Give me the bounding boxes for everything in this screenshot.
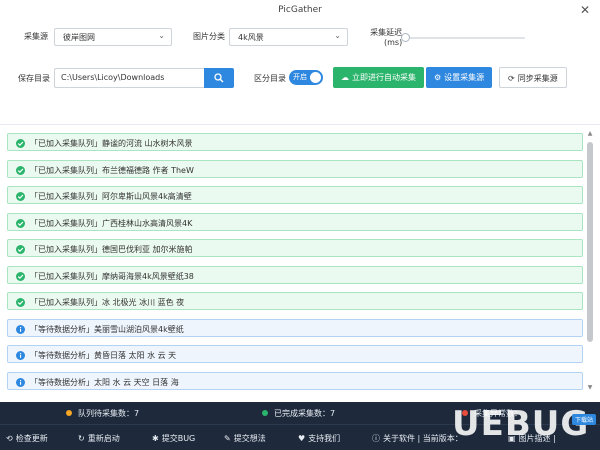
delay-slider-handle[interactable] xyxy=(401,33,410,42)
list-item: 「已加入采集队列」冰 北极光 冰川 蓝色 夜 xyxy=(7,292,583,310)
list-item-text: 「等待数据分析」太阳 水 云 天空 日落 海 xyxy=(30,378,179,387)
toggle-knob xyxy=(310,72,321,83)
queue-scrollbar[interactable]: ▲ ▼ xyxy=(586,130,594,392)
list-item: 「已加入采集队列」广西桂林山水高清风景4K xyxy=(7,213,583,231)
sync-source-label: 同步采集源 xyxy=(517,74,558,83)
split-dir-toggle[interactable]: 开启 xyxy=(289,70,323,85)
check-circle-icon xyxy=(16,192,25,201)
list-item: 「已加入采集队列」德国巴伐利亚 加尔米施帕 xyxy=(7,239,583,257)
check-circle-icon xyxy=(16,139,25,148)
pending-dot-icon xyxy=(66,410,72,416)
list-item-text: 「已加入采集队列」阿尔卑斯山风景4k高清壁 xyxy=(30,192,192,201)
watermark-text: UEBUG xyxy=(452,404,590,444)
save-dir-input[interactable]: C:\Users\Licoy\Downloads xyxy=(54,68,204,88)
auto-collect-label: 立即进行自动采集 xyxy=(352,73,416,82)
list-item: 「已加入采集队列」摩纳哥海景4k风景壁纸38 xyxy=(7,266,583,284)
support-label: 支持我们 xyxy=(308,434,341,443)
list-item: 「已加入采集队列」阿尔卑斯山风景4k高清壁 xyxy=(7,186,583,204)
gear-icon: ⚙ xyxy=(434,73,442,82)
heart-icon: ♥ xyxy=(298,434,306,443)
search-icon xyxy=(214,73,224,83)
check-circle-icon xyxy=(16,166,25,175)
submit-bug-button[interactable]: ✱ 提交BUG xyxy=(152,433,195,444)
scroll-up-icon[interactable]: ▲ xyxy=(586,130,594,138)
delay-label-text: 采集延迟 xyxy=(370,28,403,37)
check-circle-icon xyxy=(16,298,25,307)
list-item-text: 「已加入采集队列」摩纳哥海景4k风景壁纸38 xyxy=(30,272,194,281)
list-item: 「已加入采集队列」静谧的河流 山水树木风景 xyxy=(7,133,583,151)
split-dir-label: 区分目录 xyxy=(254,74,286,83)
restart-icon: ↻ xyxy=(78,434,85,443)
window-title: PicGather xyxy=(278,5,322,15)
watermark-badge: 下载站 xyxy=(571,414,596,425)
sync-icon: ⟳ xyxy=(508,74,515,83)
list-item-text: 「等待数据分析」黄昏日落 太阳 水 云 天 xyxy=(30,351,177,360)
category-label: 图片分类 xyxy=(193,32,225,41)
info-icon: ⓘ xyxy=(372,434,380,443)
list-item: 「等待数据分析」黄昏日落 太阳 水 云 天 xyxy=(7,345,583,363)
list-item-text: 「已加入采集队列」德国巴伐利亚 加尔米施帕 xyxy=(30,245,193,254)
source-label: 采集源 xyxy=(24,32,48,41)
cloud-upload-icon: ☁ xyxy=(341,73,349,82)
check-update-label: 检查更新 xyxy=(15,434,48,443)
check-circle-icon xyxy=(16,219,25,228)
auto-collect-button[interactable]: ☁ 立即进行自动采集 xyxy=(333,67,424,88)
bug-icon: ✱ xyxy=(152,434,159,443)
check-circle-icon xyxy=(16,245,25,254)
check-update-button[interactable]: ⟲ 检查更新 xyxy=(6,433,48,444)
delay-slider-track[interactable] xyxy=(405,37,525,39)
info-circle-icon xyxy=(16,378,25,387)
list-item-text: 「等待数据分析」美丽雪山湖泊风景4k壁纸 xyxy=(30,325,184,334)
pending-count: 队列待采集数：7 xyxy=(66,408,139,419)
restart-button[interactable]: ↻ 重新启动 xyxy=(78,433,120,444)
completed-count-text: 已完成采集数：7 xyxy=(274,409,336,418)
info-circle-icon xyxy=(16,351,25,360)
category-select-value: 4k风景 xyxy=(238,33,264,42)
source-select[interactable]: 彼岸图网 ⌄ xyxy=(54,28,172,46)
sync-source-button[interactable]: ⟳ 同步采集源 xyxy=(499,67,567,88)
submit-idea-label: 提交想法 xyxy=(233,434,266,443)
source-select-value: 彼岸图网 xyxy=(63,33,95,42)
category-select[interactable]: 4k风景 ⌄ xyxy=(229,28,348,46)
restart-label: 重新启动 xyxy=(87,434,120,443)
list-item: 「已加入采集队列」布兰德福德路 作者 TheW xyxy=(7,160,583,178)
list-item-text: 「已加入采集队列」布兰德福德路 作者 TheW xyxy=(30,166,194,175)
browse-button[interactable] xyxy=(204,68,234,88)
delay-unit-text: (ms) xyxy=(384,38,403,47)
info-circle-icon xyxy=(16,325,25,334)
title-bar: PicGather ✕ xyxy=(0,0,600,22)
list-item-text: 「已加入采集队列」广西桂林山水高清风景4K xyxy=(30,219,193,228)
submit-bug-label: 提交BUG xyxy=(161,434,196,443)
list-item: 「等待数据分析」美丽雪山湖泊风景4k壁纸 xyxy=(7,319,583,337)
list-item-text: 「已加入采集队列」静谧的河流 山水树木风景 xyxy=(30,139,193,148)
completed-dot-icon xyxy=(262,410,268,416)
check-circle-icon xyxy=(16,272,25,281)
about-button[interactable]: ⓘ 关于软件 | 当前版本： xyxy=(372,433,463,444)
chevron-down-icon: ⌄ xyxy=(334,31,341,40)
list-item: 「等待数据分析」太阳 水 云 天空 日落 海 xyxy=(7,372,583,390)
submit-idea-button[interactable]: ✎ 提交想法 xyxy=(224,433,266,444)
chevron-down-icon: ⌄ xyxy=(158,31,165,40)
completed-count: 已完成采集数：7 xyxy=(262,408,335,419)
watermark-logo: UEBUG 下载站 xyxy=(452,404,598,448)
about-label: 关于软件 | 当前版本： xyxy=(383,434,463,443)
set-source-button[interactable]: ⚙ 设置采集源 xyxy=(426,67,493,88)
lightbulb-icon: ✎ xyxy=(224,434,231,443)
pending-count-text: 队列待采集数：7 xyxy=(78,409,140,418)
toggle-on-label: 开启 xyxy=(293,73,307,81)
list-item-text: 「已加入采集队列」冰 北极光 冰川 蓝色 夜 xyxy=(30,298,185,307)
support-button[interactable]: ♥ 支持我们 xyxy=(298,433,340,444)
save-dir-label: 保存目录 xyxy=(18,74,50,83)
delay-label: 采集延迟 (ms) xyxy=(370,28,402,48)
close-icon[interactable]: ✕ xyxy=(580,3,590,17)
set-source-label: 设置采集源 xyxy=(444,73,485,82)
scroll-thumb[interactable] xyxy=(587,142,593,342)
refresh-icon: ⟲ xyxy=(6,434,13,443)
scroll-down-icon[interactable]: ▼ xyxy=(586,384,594,392)
